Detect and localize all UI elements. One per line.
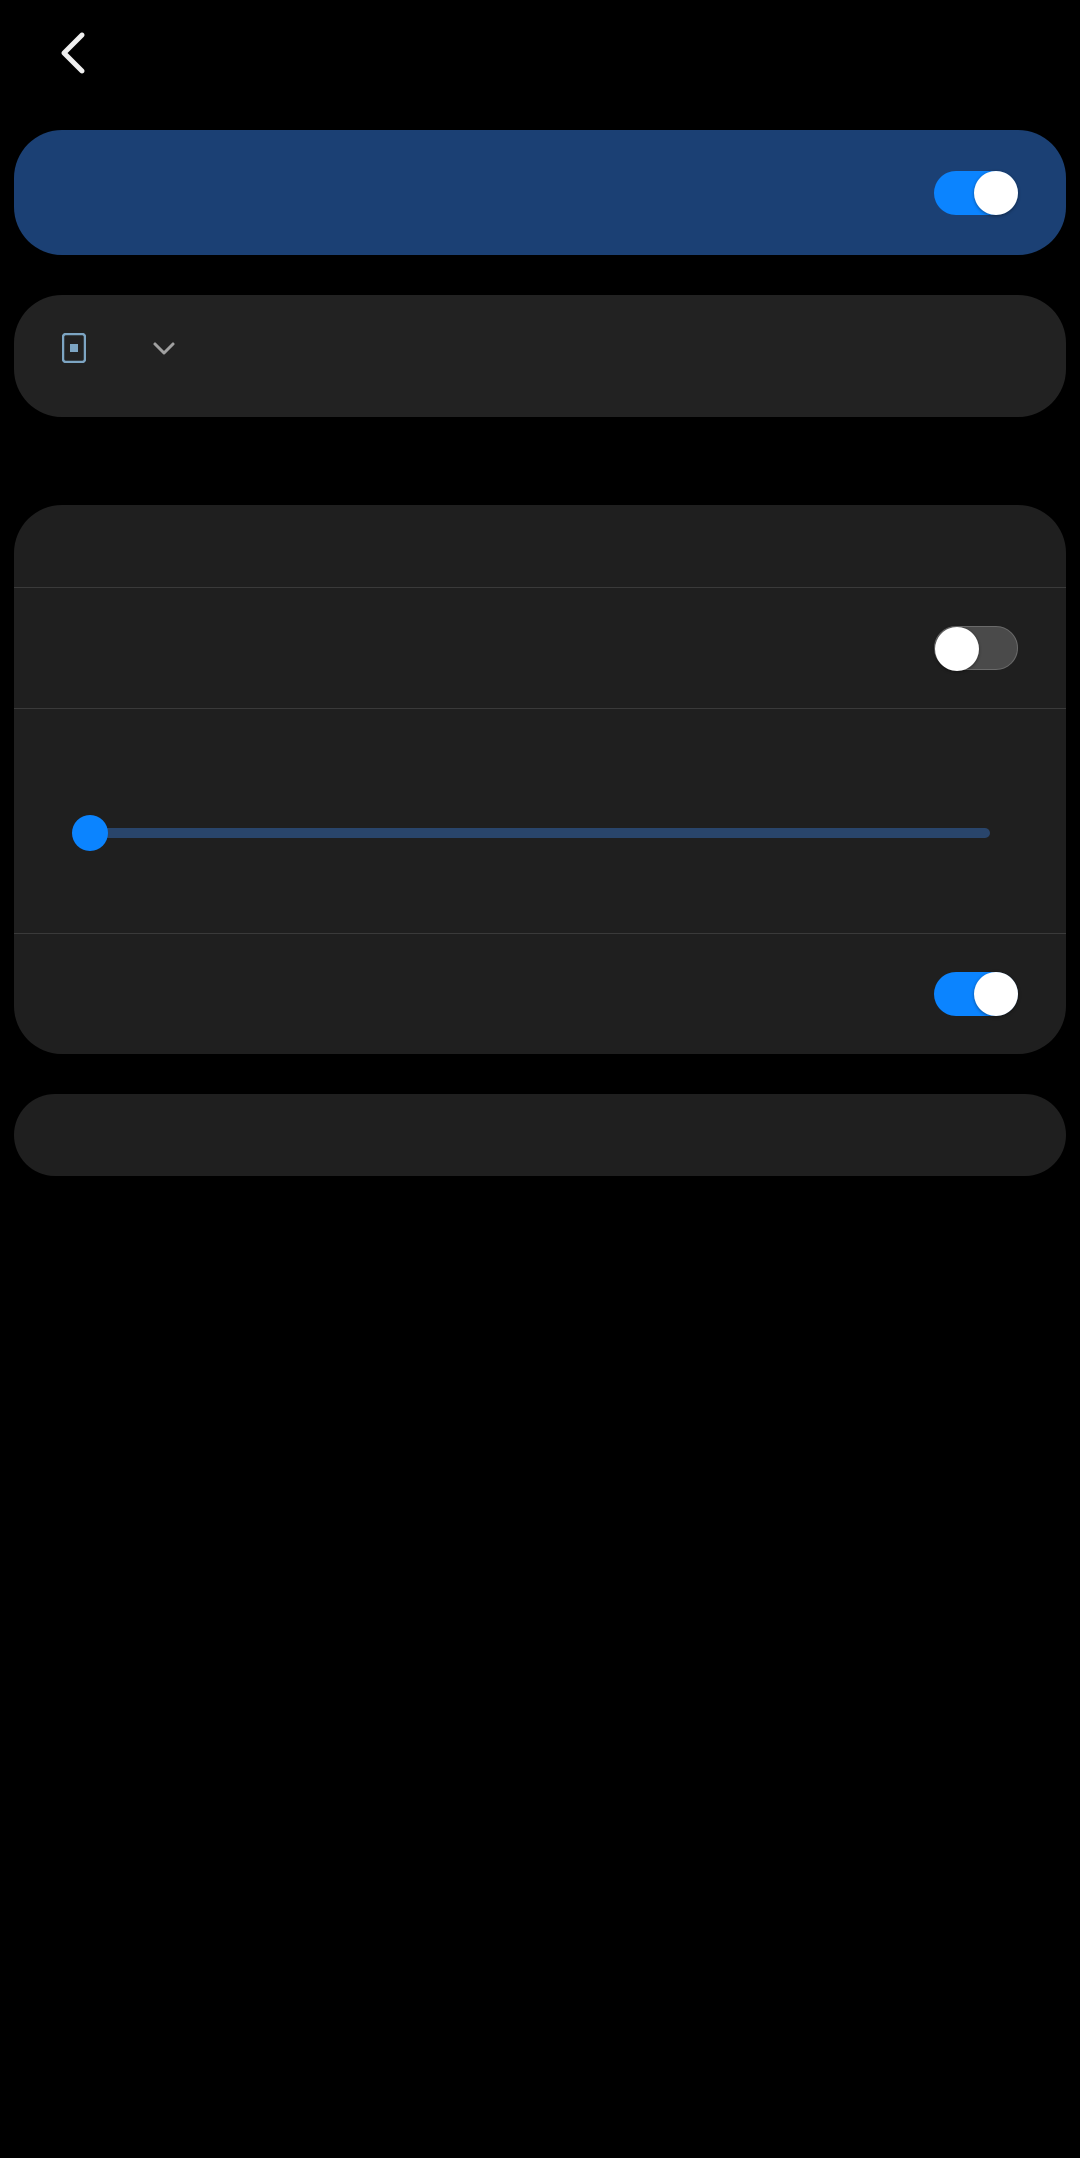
section-description [0, 417, 1080, 505]
view-style-row[interactable] [14, 505, 1066, 588]
auto-reverse-row[interactable] [14, 934, 1066, 1054]
back-icon[interactable] [48, 29, 96, 77]
master-toggle[interactable] [934, 171, 1018, 215]
app-bar [0, 0, 1080, 120]
settings-group-2 [14, 1094, 1066, 1176]
preview-header-row [62, 333, 1018, 363]
hide-content-row[interactable] [14, 588, 1066, 709]
lockscreen-preview [14, 295, 1066, 417]
settings-group-1 [14, 505, 1066, 1054]
slider-track [90, 828, 990, 838]
slider-thumb[interactable] [72, 815, 108, 851]
toggle-knob [974, 972, 1018, 1016]
toggle-knob [935, 627, 979, 671]
hide-content-toggle[interactable] [934, 626, 1018, 670]
toggle-knob [974, 171, 1018, 215]
chevron-down-icon [152, 340, 176, 356]
transparency-slider[interactable] [90, 815, 990, 851]
settings-app-icon [62, 333, 86, 363]
auto-reverse-text-group [62, 991, 904, 997]
transparency-row [14, 709, 1066, 934]
master-toggle-row[interactable] [14, 130, 1066, 255]
auto-reverse-toggle[interactable] [934, 972, 1018, 1016]
notifications-to-show-row[interactable] [14, 1094, 1066, 1176]
